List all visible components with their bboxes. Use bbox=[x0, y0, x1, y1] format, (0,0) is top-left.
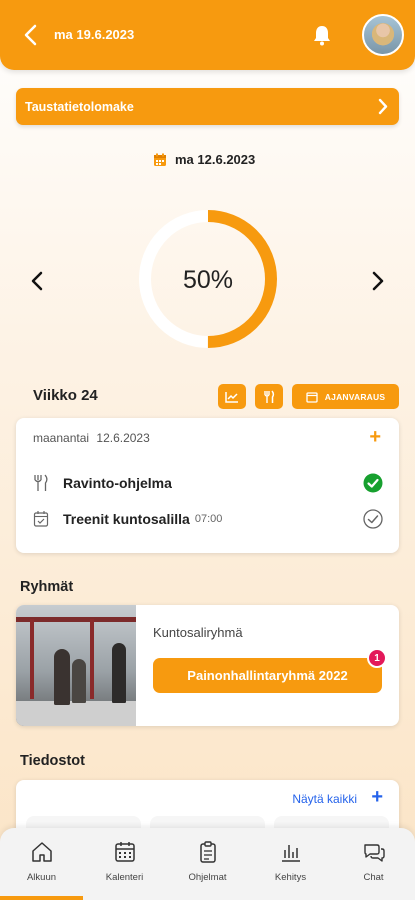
nav-item-progress[interactable]: Kehitys bbox=[249, 840, 332, 883]
calendar-outline-icon bbox=[306, 391, 318, 403]
day-card: maanantai 12.6.2023 + Ravinto-ohjelma Tr… bbox=[16, 418, 399, 553]
group-open-button[interactable]: Painonhallintaryhmä 2022 bbox=[153, 658, 382, 693]
chevron-right-icon bbox=[378, 98, 388, 115]
home-icon bbox=[31, 842, 52, 862]
active-tab-indicator bbox=[0, 896, 83, 900]
day-date: 12.6.2023 bbox=[96, 431, 150, 445]
bar-chart-icon bbox=[281, 845, 300, 862]
unread-badge: 1 bbox=[367, 648, 387, 668]
app-header: ma 19.6.2023 bbox=[0, 0, 415, 70]
banner-label: Taustatietolomake bbox=[25, 100, 134, 114]
files-section-title: Tiedostot bbox=[20, 753, 85, 769]
check-done-icon[interactable] bbox=[363, 473, 383, 493]
chat-icon bbox=[363, 844, 385, 862]
nav-label: Alkuun bbox=[26, 872, 57, 883]
selected-date-text: ma 12.6.2023 bbox=[175, 152, 256, 167]
task-time: 07:00 bbox=[194, 513, 223, 525]
check-outline-icon[interactable] bbox=[363, 509, 383, 529]
selected-date: ma 12.6.2023 bbox=[153, 152, 255, 167]
progress-chart-button[interactable] bbox=[218, 384, 246, 409]
fork-knife-icon bbox=[34, 474, 48, 491]
groups-section-title: Ryhmät bbox=[20, 579, 74, 595]
day-weekday: maanantai bbox=[33, 431, 90, 445]
nav-label: Chat bbox=[363, 872, 384, 883]
bottom-navigation: Alkuun Kalenteri Ohjelmat Kehitys Chat bbox=[0, 828, 415, 900]
show-all-link[interactable]: Näytä kaikki bbox=[292, 792, 357, 806]
header-date: ma 19.6.2023 bbox=[54, 27, 135, 42]
calendar-icon bbox=[154, 153, 166, 166]
background-form-banner[interactable]: Taustatietolomake bbox=[16, 88, 399, 125]
add-task-button[interactable]: + bbox=[369, 426, 381, 449]
add-file-button[interactable]: + bbox=[371, 786, 383, 809]
task-item-workout[interactable]: Treenit kuntosalilla 07:00 bbox=[33, 508, 383, 530]
progress-percent: 50% bbox=[182, 266, 234, 294]
task-label: Treenit kuntosalilla bbox=[63, 511, 190, 527]
booking-button[interactable]: AJANVARAUS bbox=[292, 384, 399, 409]
group-photo bbox=[16, 605, 136, 726]
nav-item-calendar[interactable]: Kalenteri bbox=[83, 840, 166, 883]
task-item-nutrition[interactable]: Ravinto-ohjelma bbox=[33, 472, 383, 494]
back-arrow-icon[interactable] bbox=[20, 22, 42, 48]
nav-item-home[interactable]: Alkuun bbox=[0, 840, 83, 883]
week-label: Viikko 24 bbox=[33, 387, 98, 404]
nav-label: Kehitys bbox=[274, 872, 307, 883]
line-chart-icon bbox=[225, 391, 238, 403]
nav-label: Kalenteri bbox=[105, 872, 144, 883]
booking-button-label: AJANVARAUS bbox=[324, 391, 386, 402]
task-label: Ravinto-ohjelma bbox=[63, 475, 172, 491]
fork-knife-icon bbox=[264, 390, 275, 403]
group-name: Kuntosaliryhmä bbox=[153, 625, 243, 640]
notification-bell-icon[interactable] bbox=[312, 24, 332, 46]
nav-item-programs[interactable]: Ohjelmat bbox=[166, 840, 249, 883]
calendar-icon bbox=[114, 842, 135, 862]
previous-day-icon[interactable] bbox=[30, 271, 44, 291]
next-day-icon[interactable] bbox=[371, 271, 385, 291]
group-card[interactable]: Kuntosaliryhmä Painonhallintaryhmä 2022 bbox=[16, 605, 399, 726]
calendar-check-icon bbox=[33, 511, 49, 527]
nav-item-chat[interactable]: Chat bbox=[332, 840, 415, 883]
nav-label: Ohjelmat bbox=[188, 872, 227, 883]
user-avatar[interactable] bbox=[362, 14, 404, 56]
clipboard-icon bbox=[199, 841, 216, 863]
day-header: maanantai 12.6.2023 bbox=[33, 431, 150, 445]
nutrition-button[interactable] bbox=[255, 384, 283, 409]
